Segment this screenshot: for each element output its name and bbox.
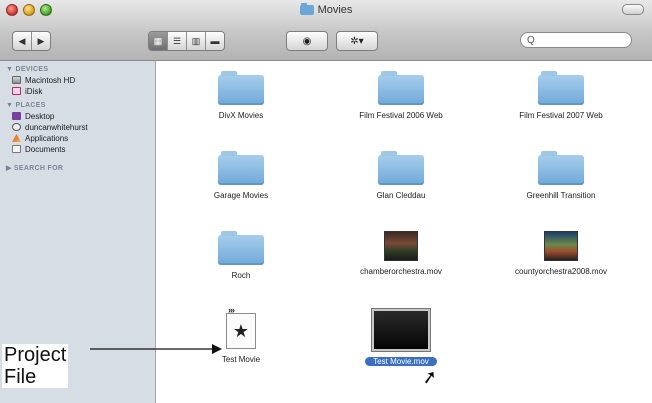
file-label: countyorchestra2008.mov <box>514 267 608 276</box>
sidebar-item-label: Desktop <box>25 111 55 121</box>
sidebar-heading-search-for[interactable]: ▶ SEARCH FOR <box>0 163 155 174</box>
action-menu-button[interactable]: ✲▾ <box>336 31 378 51</box>
applications-icon <box>12 134 21 142</box>
file-label: DivX Movies <box>218 111 264 120</box>
folder-icon <box>218 151 264 185</box>
folder-icon <box>538 71 584 105</box>
back-button[interactable]: ◀ <box>13 32 32 50</box>
folder-icon <box>218 231 264 265</box>
movie-thumbnail <box>384 231 418 261</box>
file-label: Glan Cleddau <box>376 191 426 200</box>
title-bar: Movies ◀ ▶ ▦ ☰ ▥ ▬ ◉ ✲▾ Q <box>0 0 652 61</box>
file-browser: DivX Movies Film Festival 2006 Web Film … <box>156 61 652 403</box>
sidebar-item-label: Macintosh HD <box>25 75 76 85</box>
search-icon: Q <box>527 34 535 46</box>
back-forward-control: ◀ ▶ <box>12 31 51 51</box>
annotation-line-1: Project <box>4 344 67 366</box>
toolbar-toggle-button[interactable] <box>622 4 644 15</box>
file-label: Film Festival 2007 Web <box>519 111 603 120</box>
window-title: Movies <box>0 3 652 16</box>
hard-drive-icon <box>12 76 21 84</box>
folder-icon <box>378 151 424 185</box>
folder-icon <box>378 71 424 105</box>
desktop-icon <box>12 112 21 120</box>
back-arrow-icon: ◀ <box>18 35 26 46</box>
list-view-button[interactable]: ☰ <box>168 32 187 50</box>
sidebar-item-label: Documents <box>25 144 66 154</box>
sidebar-item-label: duncanwhitehurst <box>25 122 88 132</box>
file-label: chamberorchestra.mov <box>360 267 442 276</box>
file-label: Greenhill Transition <box>526 191 596 200</box>
movie-thumbnail <box>372 309 430 351</box>
sidebar-item-label: iDisk <box>25 86 43 96</box>
quick-look-button[interactable]: ◉ <box>286 31 328 51</box>
gear-icon: ✲▾ <box>350 35 364 47</box>
file-item[interactable]: DivX Movies <box>176 71 306 120</box>
folder-icon <box>299 3 314 15</box>
sidebar-item-macintosh-hd[interactable]: Macintosh HD <box>0 75 155 85</box>
icon-view-icon: ▦ <box>153 35 163 46</box>
sidebar-heading-devices[interactable]: ▼ DEVICES <box>0 64 155 75</box>
file-item-selected[interactable]: Test Movie.mov <box>336 309 466 366</box>
star-icon: ★ <box>232 320 250 341</box>
sidebar-item-desktop[interactable]: Desktop <box>0 111 155 121</box>
file-label: Roch <box>231 271 251 280</box>
movie-thumbnail <box>544 231 578 261</box>
file-item[interactable]: Film Festival 2007 Web <box>496 71 626 120</box>
sidebar-item-applications[interactable]: Applications <box>0 133 155 143</box>
search-field[interactable]: Q <box>520 32 632 48</box>
forward-arrow-icon: ▶ <box>37 35 45 46</box>
sidebar-item-home[interactable]: duncanwhitehurst <box>0 122 155 132</box>
folder-icon <box>538 151 584 185</box>
list-view-icon: ☰ <box>172 35 182 46</box>
forward-button[interactable]: ▶ <box>32 32 50 50</box>
column-view-button[interactable]: ▥ <box>187 32 206 50</box>
annotation-line-2: File <box>4 366 37 388</box>
eye-icon: ◉ <box>302 35 312 47</box>
sidebar-heading-places[interactable]: ▼ PLACES <box>0 100 155 111</box>
file-label: Test Movie.mov <box>365 357 437 366</box>
sidebar-item-documents[interactable]: Documents <box>0 144 155 154</box>
home-icon <box>12 123 21 131</box>
file-label: Film Festival 2006 Web <box>359 111 443 120</box>
arrows-icon: ››› <box>228 305 235 315</box>
file-label: Garage Movies <box>213 191 269 200</box>
window-title-text: Movies <box>317 4 353 16</box>
file-item[interactable]: Roch <box>176 231 306 280</box>
project-file-icon: ››› ★ <box>226 305 256 349</box>
sidebar-item-label: Applications <box>25 133 69 143</box>
coverflow-icon: ▬ <box>210 36 220 46</box>
file-item[interactable]: Garage Movies <box>176 151 306 200</box>
sidebar-item-idisk[interactable]: iDisk <box>0 86 155 96</box>
idisk-icon <box>12 87 21 95</box>
finder-window: Movies ◀ ▶ ▦ ☰ ▥ ▬ ◉ ✲▾ Q ▼ DEVICES Maci… <box>0 0 652 403</box>
file-label: Test Movie <box>221 355 261 364</box>
coverflow-view-button[interactable]: ▬ <box>206 32 224 50</box>
icon-view-button[interactable]: ▦ <box>149 32 168 50</box>
file-item[interactable]: Film Festival 2006 Web <box>336 71 466 120</box>
file-item[interactable]: Greenhill Transition <box>496 151 626 200</box>
documents-icon <box>12 145 21 153</box>
file-item[interactable]: chamberorchestra.mov <box>336 231 466 276</box>
file-item[interactable]: ››› ★ Test Movie <box>176 305 306 364</box>
file-item[interactable]: countyorchestra2008.mov <box>496 231 626 276</box>
folder-icon <box>218 71 264 105</box>
view-mode-control: ▦ ☰ ▥ ▬ <box>148 31 225 51</box>
annotation-label: Project File <box>2 344 69 388</box>
file-item[interactable]: Glan Cleddau <box>336 151 466 200</box>
column-view-icon: ▥ <box>191 35 201 46</box>
